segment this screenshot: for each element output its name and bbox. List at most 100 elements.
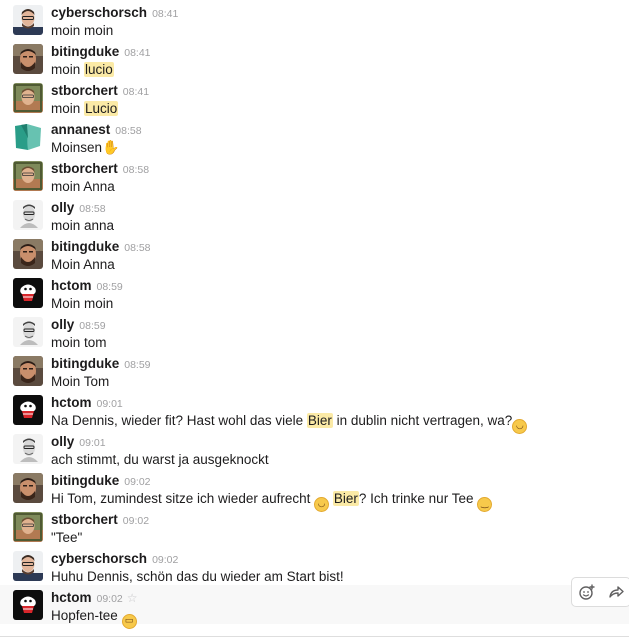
message-row[interactable]: stborchert 08:41 moin Lucio <box>0 78 629 117</box>
avatar[interactable] <box>13 590 43 620</box>
highlighted-keyword: Lucio <box>84 101 119 116</box>
message-text-segment: Moin moin <box>51 296 114 311</box>
message-header: hctom 09:02 ☆ <box>51 590 138 606</box>
avatar[interactable] <box>13 278 43 308</box>
message-row[interactable]: hctom 09:02 ☆ Hopfen-tee ▭ <box>0 585 629 629</box>
message-header: hctom 09:01 <box>51 395 123 411</box>
avatar[interactable] <box>13 317 43 347</box>
message-header: stborchert 09:02 <box>51 512 149 528</box>
message-text: Moin Tom <box>51 373 109 390</box>
message-text: Moin moin <box>51 295 113 312</box>
message-author[interactable]: hctom <box>51 590 92 605</box>
message-author[interactable]: annanest <box>51 122 110 137</box>
message-row[interactable]: olly 09:01 ach stimmt, du warst ja ausgekn… <box>0 429 629 468</box>
message-timestamp[interactable]: 09:02 <box>124 476 150 488</box>
message-header: stborchert 08:41 <box>51 83 149 99</box>
message-row[interactable]: olly 08:58 moin anna <box>0 195 629 234</box>
message-text-segment: moin Anna <box>51 179 115 194</box>
message-text: ach stimmt, du warst ja ausgeknockt <box>51 451 269 468</box>
share-message-button[interactable] <box>603 579 629 605</box>
message-author[interactable]: stborchert <box>51 83 118 98</box>
avatar[interactable] <box>13 395 43 425</box>
message-text: moin lucio <box>51 61 114 78</box>
message-author[interactable]: bitingduke <box>51 356 119 371</box>
avatar[interactable] <box>13 551 43 581</box>
message-timestamp[interactable]: 08:58 <box>123 164 149 176</box>
avatar[interactable] <box>13 200 43 230</box>
message-row[interactable]: bitingduke 08:41 moin lucio <box>0 39 629 78</box>
message-row[interactable]: bitingduke 08:58 Moin Anna <box>0 234 629 273</box>
message-timestamp[interactable]: 08:59 <box>97 281 123 293</box>
message-row[interactable]: olly 08:59 moin tom <box>0 312 629 351</box>
avatar[interactable] <box>13 512 43 542</box>
message-author[interactable]: bitingduke <box>51 473 119 488</box>
message-timestamp[interactable]: 09:01 <box>79 437 105 449</box>
message-timestamp[interactable]: 08:41 <box>123 86 149 98</box>
message-text-segment: moin <box>51 101 85 116</box>
avatar[interactable] <box>13 122 43 152</box>
message-timestamp[interactable]: 08:59 <box>79 320 105 332</box>
highlighted-keyword: Bier <box>306 413 333 428</box>
message-text: moin anna <box>51 217 114 234</box>
message-feed: cyberschorsch 08:41 moin moin bitingduke 08:… <box>0 0 629 639</box>
star-icon[interactable]: ☆ <box>127 591 138 605</box>
message-header: hctom 08:59 <box>51 278 123 294</box>
message-row[interactable]: hctom 08:59 Moin moin <box>0 273 629 312</box>
raised-hand-emoji-icon: ✋ <box>102 140 120 156</box>
message-row[interactable]: cyberschorsch 09:02 Huhu Dennis, schön das… <box>0 546 629 585</box>
highlighted-keyword: Bier <box>332 491 359 506</box>
avatar[interactable] <box>13 83 43 113</box>
message-row[interactable]: stborchert 09:02 "Tee" <box>0 507 629 546</box>
message-timestamp[interactable]: 08:58 <box>115 125 141 137</box>
message-timestamp[interactable]: 09:01 <box>97 398 123 410</box>
message-row[interactable]: annanest 08:58 Moinsen✋ <box>0 117 629 156</box>
message-author[interactable]: bitingduke <box>51 44 119 59</box>
message-text: moin moin <box>51 22 113 39</box>
message-timestamp[interactable]: 08:58 <box>124 242 150 254</box>
message-timestamp[interactable]: 09:02 <box>97 593 123 605</box>
message-header: annanest 08:58 <box>51 122 142 138</box>
message-header: cyberschorsch 08:41 <box>51 5 178 21</box>
avatar[interactable] <box>13 44 43 74</box>
message-text: Huhu Dennis, schön das du wieder am Star… <box>51 568 344 585</box>
message-row[interactable]: hctom 09:01 Na Dennis, wieder fit? Hast wo… <box>0 390 629 434</box>
message-author[interactable]: hctom <box>51 395 92 410</box>
message-author[interactable]: olly <box>51 434 74 449</box>
message-author[interactable]: stborchert <box>51 161 118 176</box>
message-text-segment: Hopfen-tee <box>51 608 122 623</box>
avatar[interactable] <box>13 239 43 269</box>
share-arrow-icon <box>608 586 624 598</box>
message-text-segment: ach stimmt, du warst ja ausgeknockt <box>51 452 269 467</box>
message-timestamp[interactable]: 09:02 <box>123 515 149 527</box>
message-text-segment: ? Ich trinke nur Tee <box>358 491 478 506</box>
message-author[interactable]: cyberschorsch <box>51 551 147 566</box>
message-timestamp[interactable]: 08:41 <box>152 8 178 20</box>
message-header: olly 08:58 <box>51 200 106 216</box>
message-author[interactable]: olly <box>51 200 74 215</box>
message-text-segment: Moin Tom <box>51 374 110 389</box>
message-author[interactable]: hctom <box>51 278 92 293</box>
message-timestamp[interactable]: 08:59 <box>124 359 150 371</box>
message-timestamp[interactable]: 08:58 <box>79 203 105 215</box>
message-author[interactable]: cyberschorsch <box>51 5 147 20</box>
message-row[interactable]: bitingduke 09:02 Hi Tom, zumindest sitze i… <box>0 468 629 512</box>
message-author[interactable]: olly <box>51 317 74 332</box>
avatar[interactable] <box>13 434 43 464</box>
message-row[interactable]: cyberschorsch 08:41 moin moin <box>0 0 629 39</box>
avatar[interactable] <box>13 5 43 35</box>
avatar[interactable] <box>13 356 43 386</box>
message-text: "Tee" <box>51 529 82 546</box>
message-text-segment: in dublin nicht vertragen, wa? <box>332 413 513 428</box>
message-author[interactable]: bitingduke <box>51 239 119 254</box>
add-reaction-button[interactable] <box>574 579 600 605</box>
avatar[interactable] <box>13 161 43 191</box>
message-timestamp[interactable]: 09:02 <box>152 554 178 566</box>
message-row[interactable]: stborchert 08:58 moin Anna <box>0 156 629 195</box>
message-author[interactable]: stborchert <box>51 512 118 527</box>
message-timestamp[interactable]: 08:41 <box>124 47 150 59</box>
message-header: bitingduke 09:02 <box>51 473 151 489</box>
add-reaction-icon <box>578 584 594 600</box>
message-header: olly 08:59 <box>51 317 106 333</box>
message-row[interactable]: bitingduke 08:59 Moin Tom <box>0 351 629 390</box>
avatar[interactable] <box>13 473 43 503</box>
